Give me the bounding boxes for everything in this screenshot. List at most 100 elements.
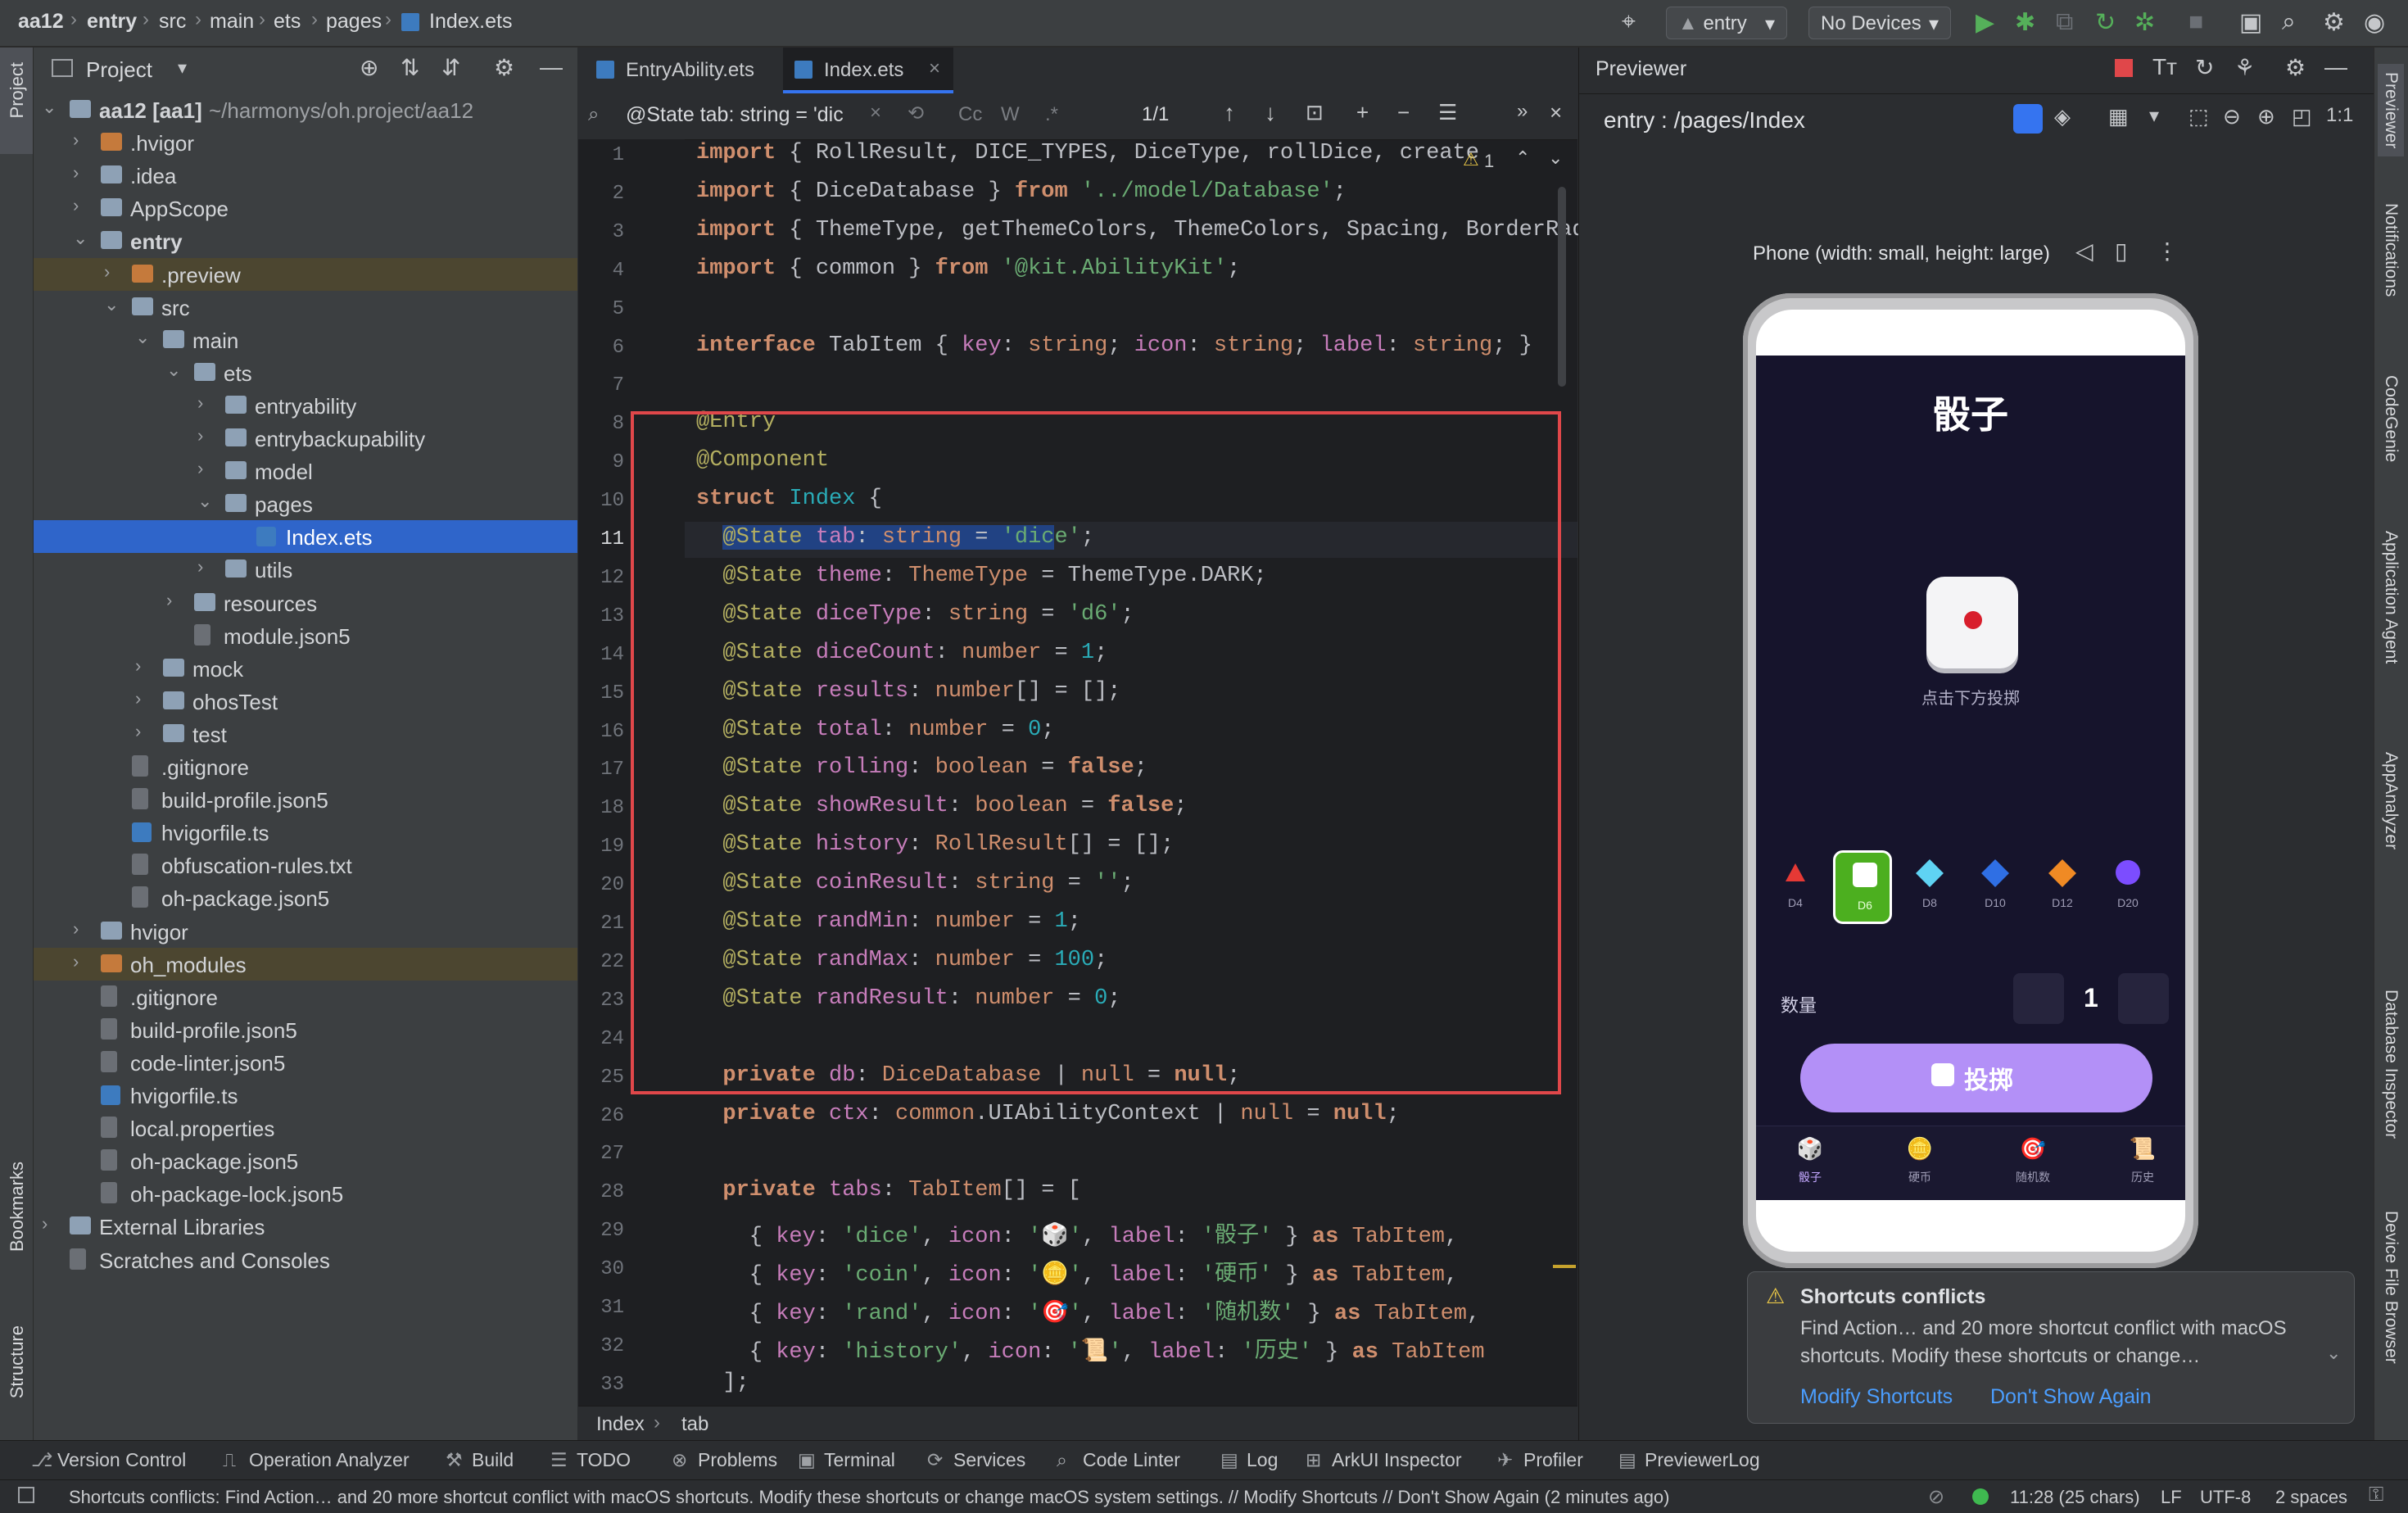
breadcrumb-index[interactable]: Index — [596, 1413, 645, 1436]
apply-changes-icon[interactable]: ↻ — [2095, 8, 2116, 37]
project-view-select[interactable]: Project — [86, 57, 152, 83]
tree-item[interactable]: › entryability — [34, 389, 577, 422]
tree-item[interactable]: build-profile.json5 — [34, 783, 577, 816]
chevron-right-icon[interactable]: › — [135, 688, 141, 709]
select-all-icon[interactable]: ⊡ — [1306, 100, 1324, 125]
more-icon[interactable]: » — [1517, 100, 1528, 123]
device-manager-icon[interactable]: ▣ — [2239, 8, 2262, 37]
code-line[interactable]: import { ThemeType, getThemeColors, Them… — [696, 218, 1612, 242]
tree-item[interactable]: › utils — [34, 553, 577, 586]
chevron-right-icon[interactable]: › — [197, 556, 203, 578]
dont-show-again-link[interactable]: Don't Show Again — [1990, 1385, 2152, 1409]
project-tool-button[interactable]: Project — [0, 48, 33, 154]
tab-index[interactable]: Index.ets × — [783, 48, 953, 93]
chevron-down-icon[interactable]: ⌄ — [104, 294, 119, 315]
decrement-button[interactable] — [2013, 973, 2064, 1024]
chevron-down-icon[interactable]: ⌄ — [42, 97, 57, 118]
crop-icon[interactable]: ⬚ — [2188, 104, 2209, 129]
chevron-down-icon[interactable]: ▾ — [178, 57, 187, 79]
code-line[interactable]: private ctx: common.UIAbilityContext | n… — [696, 1102, 1399, 1126]
inspector-icon[interactable]: ⚘ — [2234, 54, 2255, 81]
minimize-icon[interactable]: — — [2324, 54, 2347, 80]
locate-icon[interactable]: ⊕ — [360, 54, 378, 81]
chevron-right-icon[interactable]: › — [42, 1213, 48, 1234]
grid-icon[interactable]: ▦ — [2108, 104, 2129, 129]
breadcrumb-entry[interactable]: entry — [87, 10, 137, 34]
tool-button-operation-analyzer[interactable]: Operation Analyzer — [249, 1449, 410, 1471]
file-encoding[interactable]: UTF-8 — [2200, 1487, 2251, 1508]
tree-item[interactable]: oh-package-lock.json5 — [34, 1177, 577, 1210]
app-tab-3[interactable]: 📜 历史 — [2110, 1133, 2175, 1190]
tree-item[interactable]: .gitignore — [34, 981, 577, 1013]
chevron-down-icon[interactable]: ⌄ — [166, 360, 181, 381]
right-tool-device-file-browser[interactable]: Device File Browser — [2381, 1211, 2401, 1364]
collapse-all-icon[interactable]: ⇵ — [441, 54, 460, 81]
breadcrumb-src[interactable]: src — [159, 10, 186, 34]
refresh-icon[interactable]: ↻ — [2195, 54, 2214, 81]
search-icon[interactable]: ⌕ — [2282, 8, 2296, 36]
tree-item[interactable]: › External Libraries — [34, 1210, 577, 1243]
find-input[interactable]: @State tab: string = 'dic — [626, 103, 844, 127]
right-tool-previewer[interactable]: Previewer — [2378, 64, 2404, 157]
breadcrumb-project[interactable]: aa12 — [18, 10, 64, 34]
dice-type-d12[interactable]: D12 — [2033, 850, 2092, 924]
tree-item[interactable]: › ohosTest — [34, 685, 577, 718]
code-line[interactable]: { key: 'dice', icon: '🎲', label: '骰子' } … — [696, 1216, 1458, 1249]
dice-type-d20[interactable]: D20 — [2098, 850, 2157, 924]
zoom-out-icon[interactable]: ⊖ — [2223, 104, 2241, 129]
tree-item[interactable]: Index.ets — [34, 520, 577, 554]
dice-type-d8[interactable]: D8 — [1900, 850, 1959, 924]
filter-icon[interactable]: ☰ — [1438, 100, 1457, 125]
app-tab-0[interactable]: 🎲 骰子 — [1777, 1133, 1843, 1190]
tool-button-todo[interactable]: TODO — [577, 1449, 631, 1471]
tree-item[interactable]: hvigorfile.ts — [34, 816, 577, 849]
code-line[interactable]: ]; — [696, 1370, 749, 1395]
tool-button-previewerlog[interactable]: PreviewerLog — [1645, 1449, 1760, 1471]
tree-item[interactable]: ⌄ aa12 [aa1] ~/harmonys/oh.project/aa12 — [34, 93, 577, 126]
chevron-right-icon[interactable]: › — [135, 721, 141, 742]
minimize-icon[interactable]: — — [540, 54, 563, 80]
font-size-icon[interactable]: Tт — [2152, 54, 2177, 80]
tree-item[interactable]: ⌄ ets — [34, 356, 577, 389]
regex-icon[interactable]: .* — [1045, 103, 1058, 126]
code-line[interactable]: { key: 'rand', icon: '🎯', label: '随机数' }… — [696, 1293, 1480, 1326]
code-line[interactable]: import { DiceDatabase } from '../model/D… — [696, 179, 1347, 204]
chevron-right-icon[interactable]: › — [197, 425, 203, 446]
tree-item[interactable]: › mock — [34, 652, 577, 685]
status-ok-icon[interactable] — [1972, 1488, 1989, 1505]
code-line[interactable]: { key: 'history', icon: '📜', label: '历史'… — [696, 1332, 1485, 1365]
tool-button-code-linter[interactable]: Code Linter — [1083, 1449, 1180, 1471]
match-case-icon[interactable]: Cc — [958, 103, 982, 126]
chevron-down-icon[interactable]: ⌄ — [2326, 1343, 2341, 1364]
tree-item[interactable]: ⌄ main — [34, 324, 577, 356]
attach-debugger-icon[interactable]: ⧉ — [2056, 8, 2073, 36]
stop-icon[interactable] — [2115, 59, 2133, 77]
tree-item[interactable]: ⌄ entry — [34, 224, 577, 257]
actual-size-icon[interactable]: 1:1 — [2326, 104, 2353, 127]
editor-scrollbar[interactable] — [1558, 187, 1566, 387]
chevron-down-icon[interactable]: ⌄ — [197, 491, 212, 512]
chevron-right-icon[interactable]: › — [73, 918, 79, 940]
chevron-right-icon[interactable]: › — [104, 261, 110, 283]
right-tool-notifications[interactable]: Notifications — [2381, 203, 2401, 297]
profile-icon[interactable]: ✲ — [2134, 8, 2155, 37]
tree-item[interactable]: › oh_modules — [34, 947, 577, 981]
fit-icon[interactable]: ◰ — [2292, 104, 2312, 129]
structure-tool-button[interactable]: Structure — [7, 1325, 28, 1398]
run-icon[interactable]: ▶ — [1976, 8, 1994, 37]
tree-item[interactable]: ⌄ src — [34, 291, 577, 324]
tree-item[interactable]: code-linter.json5 — [34, 1046, 577, 1079]
tree-item[interactable]: › test — [34, 718, 577, 750]
tree-item[interactable]: oh-package.json5 — [34, 1144, 577, 1177]
modify-shortcuts-link[interactable]: Modify Shortcuts — [1800, 1385, 1953, 1409]
add-occurrence-icon[interactable]: + — [1356, 100, 1369, 125]
rotate-icon[interactable]: ◁ — [2075, 238, 2093, 265]
expand-all-icon[interactable]: ⇅ — [401, 54, 419, 81]
layers-icon[interactable]: ◈ — [2054, 104, 2071, 129]
dice-type-d4[interactable]: D4 — [1766, 850, 1825, 924]
right-tool-database-inspector[interactable]: Database Inspector — [2381, 990, 2401, 1139]
code-line[interactable]: private tabs: TabItem[] = [ — [696, 1178, 1080, 1203]
tree-item[interactable]: › model — [34, 455, 577, 487]
breadcrumb-main[interactable]: main — [210, 10, 254, 34]
breadcrumb-ets[interactable]: ets — [274, 10, 301, 34]
